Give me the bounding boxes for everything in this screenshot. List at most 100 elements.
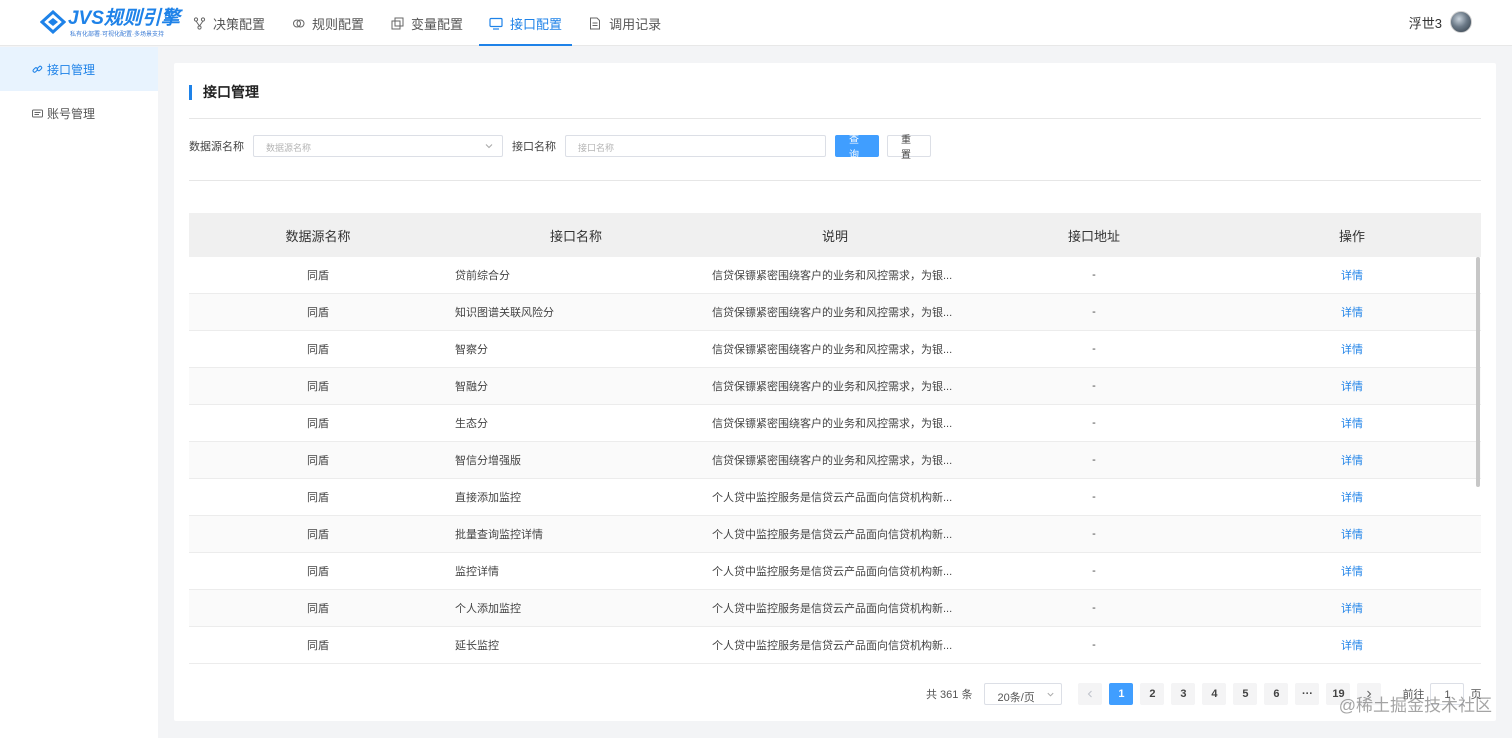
document-icon bbox=[588, 16, 602, 30]
details-link[interactable]: 详情 bbox=[1341, 640, 1363, 652]
cell-url: - bbox=[1092, 343, 1096, 355]
user-menu[interactable]: 浮世3 bbox=[1409, 11, 1472, 33]
nav-rule-config[interactable]: 规则配置 bbox=[281, 0, 374, 46]
cell-source: 同盾 bbox=[307, 492, 329, 504]
id-card-icon bbox=[32, 108, 43, 119]
table-row[interactable]: 同盾 生态分 信贷保镖紧密围绕客户的业务和风控需求，为银... - 详情 bbox=[189, 405, 1481, 442]
details-link[interactable]: 详情 bbox=[1341, 529, 1363, 541]
cell-url: - bbox=[1092, 602, 1096, 614]
table-row[interactable]: 同盾 批量查询监控详情 个人贷中监控服务是信贷云产品面向信贷机构新... - 详… bbox=[189, 516, 1481, 553]
table-row[interactable]: 同盾 智察分 信贷保镖紧密围绕客户的业务和风控需求，为银... - 详情 bbox=[189, 331, 1481, 368]
cell-url: - bbox=[1092, 528, 1096, 540]
cell-description: 个人贷中监控服务是信贷云产品面向信贷机构新... bbox=[712, 603, 953, 615]
details-link[interactable]: 详情 bbox=[1341, 418, 1363, 430]
cell-url: - bbox=[1092, 380, 1096, 392]
nav-api-config[interactable]: 接口配置 bbox=[479, 0, 573, 46]
brand-subtitle: 私有化部署·可视化配置·多场景支持 bbox=[70, 32, 164, 38]
page-size-value: 20条/页 bbox=[997, 692, 1035, 704]
title-accent-bar bbox=[189, 84, 192, 100]
cell-description: 个人贷中监控服务是信贷云产品面向信贷机构新... bbox=[712, 640, 953, 652]
user-name: 浮世3 bbox=[1408, 15, 1442, 31]
avatar[interactable] bbox=[1450, 11, 1472, 33]
details-link[interactable]: 详情 bbox=[1341, 381, 1363, 393]
cell-name: 直接添加监控 bbox=[455, 492, 521, 504]
cell-name: 贷前综合分 bbox=[455, 270, 510, 282]
column-header[interactable]: 数据源名称 bbox=[189, 226, 447, 245]
table-row[interactable]: 同盾 延长监控 个人贷中监控服务是信贷云产品面向信贷机构新... - 详情 bbox=[189, 627, 1481, 664]
nav-decision-config[interactable]: 决策配置 bbox=[182, 0, 275, 46]
datasource-select[interactable]: 数据源名称 bbox=[253, 135, 503, 157]
page-button[interactable]: 6 bbox=[1264, 683, 1289, 705]
details-link[interactable]: 详情 bbox=[1341, 566, 1363, 578]
table-row[interactable]: 同盾 个人添加监控 个人贷中监控服务是信贷云产品面向信贷机构新... - 详情 bbox=[189, 590, 1481, 627]
sidebar-item-account-management[interactable]: 账号管理 bbox=[0, 91, 158, 135]
page-size-select[interactable]: 20条/页 bbox=[984, 683, 1063, 705]
table-scrollbar[interactable] bbox=[1476, 257, 1480, 665]
details-link[interactable]: 详情 bbox=[1341, 492, 1363, 504]
cell-name: 生态分 bbox=[455, 418, 488, 430]
reset-button[interactable]: 重置 bbox=[887, 135, 931, 161]
cell-source: 同盾 bbox=[307, 455, 329, 467]
table-row[interactable]: 同盾 智信分增强版 信贷保镖紧密围绕客户的业务和风控需求，为银... - 详情 bbox=[189, 442, 1481, 479]
page-title: 接口管理 bbox=[189, 83, 259, 101]
table-row[interactable]: 同盾 贷前综合分 信贷保镖紧密围绕客户的业务和风控需求，为银... - 详情 bbox=[189, 257, 1481, 294]
nav-call-records[interactable]: 调用记录 bbox=[578, 0, 671, 46]
column-header[interactable]: 操作 bbox=[1223, 226, 1481, 245]
cell-url: - bbox=[1092, 491, 1096, 503]
logo-icon bbox=[40, 10, 66, 34]
scrollbar-thumb[interactable] bbox=[1476, 257, 1480, 487]
cell-name: 批量查询监控详情 bbox=[455, 529, 543, 541]
column-header[interactable]: 说明 bbox=[705, 226, 965, 245]
main-panel: 接口管理 数据源名称 数据源名称 接口名称 接口名称 查询 重置 数据源名称 接… bbox=[174, 63, 1496, 721]
cell-source: 同盾 bbox=[307, 566, 329, 578]
prev-page-button[interactable] bbox=[1078, 683, 1103, 705]
cell-source: 同盾 bbox=[307, 344, 329, 356]
details-link[interactable]: 详情 bbox=[1341, 344, 1363, 356]
brand-logo[interactable]: JVS规则引擎 私有化部署·可视化配置·多场景支持 bbox=[40, 8, 180, 40]
cell-source: 同盾 bbox=[307, 640, 329, 652]
variable-icon bbox=[390, 16, 404, 30]
page-button[interactable]: 5 bbox=[1233, 683, 1258, 705]
nav-variable-config[interactable]: 变量配置 bbox=[380, 0, 473, 46]
api-name-input[interactable]: 接口名称 bbox=[565, 135, 826, 157]
column-header[interactable]: 接口地址 bbox=[965, 226, 1223, 245]
page-button[interactable]: 1 bbox=[1109, 683, 1134, 705]
sidebar-item-api-management[interactable]: 接口管理 bbox=[0, 47, 158, 91]
cell-description: 个人贷中监控服务是信贷云产品面向信贷机构新... bbox=[712, 566, 953, 578]
monitor-icon bbox=[489, 16, 503, 30]
cell-url: - bbox=[1092, 306, 1096, 318]
page-title-text: 接口管理 bbox=[203, 84, 259, 100]
cell-url: - bbox=[1092, 639, 1096, 651]
cell-name: 智融分 bbox=[455, 381, 488, 393]
table-row[interactable]: 同盾 智融分 信贷保镖紧密围绕客户的业务和风控需求，为银... - 详情 bbox=[189, 368, 1481, 405]
cell-source: 同盾 bbox=[307, 603, 329, 615]
rules-icon bbox=[291, 16, 305, 30]
chevron-down-icon bbox=[485, 144, 493, 149]
table-row[interactable]: 同盾 知识图谱关联风险分 信贷保镖紧密围绕客户的业务和风控需求，为银... - … bbox=[189, 294, 1481, 331]
divider bbox=[189, 118, 1481, 119]
cell-description: 信贷保镖紧密围绕客户的业务和风控需求，为银... bbox=[712, 381, 953, 393]
details-link[interactable]: 详情 bbox=[1341, 307, 1363, 319]
cell-description: 信贷保镖紧密围绕客户的业务和风控需求，为银... bbox=[712, 307, 953, 319]
cell-description: 信贷保镖紧密围绕客户的业务和风控需求，为银... bbox=[712, 455, 953, 467]
query-button[interactable]: 查询 bbox=[835, 135, 879, 161]
page-button[interactable]: 2 bbox=[1140, 683, 1165, 705]
datasource-label: 数据源名称 bbox=[189, 141, 244, 153]
table-body: 同盾 贷前综合分 信贷保镖紧密围绕客户的业务和风控需求，为银... - 详情 同… bbox=[189, 257, 1481, 664]
main-nav: 决策配置 规则配置 变量配置 接口配置 调用记录 bbox=[182, 0, 677, 46]
table-row[interactable]: 同盾 监控详情 个人贷中监控服务是信贷云产品面向信贷机构新... - 详情 bbox=[189, 553, 1481, 590]
details-link[interactable]: 详情 bbox=[1341, 603, 1363, 615]
page-button[interactable]: 3 bbox=[1171, 683, 1196, 705]
details-link[interactable]: 详情 bbox=[1341, 455, 1363, 467]
cell-url: - bbox=[1092, 565, 1096, 577]
nav-label: 接口配置 bbox=[510, 16, 563, 32]
more-pages-button[interactable]: ··· bbox=[1295, 683, 1320, 705]
page-button[interactable]: 4 bbox=[1202, 683, 1227, 705]
cell-name: 智信分增强版 bbox=[455, 455, 521, 467]
details-link[interactable]: 详情 bbox=[1341, 270, 1363, 282]
column-header[interactable]: 接口名称 bbox=[447, 226, 705, 245]
cell-source: 同盾 bbox=[307, 529, 329, 541]
table-row[interactable]: 同盾 直接添加监控 个人贷中监控服务是信贷云产品面向信贷机构新... - 详情 bbox=[189, 479, 1481, 516]
cell-source: 同盾 bbox=[307, 270, 329, 282]
branch-icon bbox=[192, 16, 206, 30]
